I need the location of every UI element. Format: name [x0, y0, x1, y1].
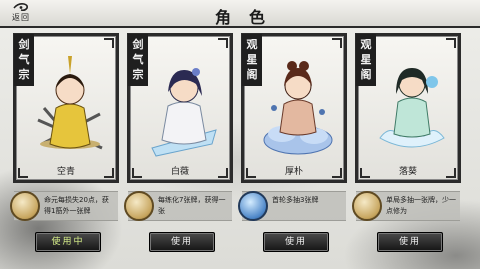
- sect-tag: 观星阁: [242, 34, 262, 86]
- use-button-luokui[interactable]: 使用: [377, 232, 443, 252]
- character-portrait: [151, 68, 217, 157]
- character-name: 厚朴: [284, 167, 303, 177]
- use-button-kongqing[interactable]: 使用中: [35, 232, 101, 252]
- character-card-kongqing[interactable]: 剑气宗 空青: [13, 33, 119, 183]
- ability-description: 首轮多抽3张牌: [238, 191, 346, 221]
- ability-text: 首轮多抽3张牌: [272, 196, 319, 204]
- sect-tag: 剑气宗: [14, 34, 34, 86]
- character-name: 白薇: [170, 167, 189, 177]
- ability-text: 单局多抽一张牌，少一点修为: [386, 196, 456, 215]
- top-bar: 返回 角色: [0, 0, 480, 28]
- character-card-baiwei[interactable]: 剑气宗 白薇: [127, 33, 233, 183]
- ability-description: 命元每损失20点，获得1筋外一张牌: [10, 191, 118, 221]
- coin-icon: [352, 191, 382, 221]
- sect-tag: 观星阁: [356, 34, 376, 86]
- use-button-baiwei[interactable]: 使用: [149, 232, 215, 252]
- character-name: 空青: [56, 167, 75, 177]
- character-portrait: [37, 56, 103, 150]
- use-button-houpu[interactable]: 使用: [263, 232, 329, 252]
- ability-description: 每练化7张牌，获得一张: [124, 191, 232, 221]
- ability-text: 每练化7张牌，获得一张: [158, 196, 226, 215]
- character-card-luokui[interactable]: 观星阁 落葵: [355, 33, 461, 183]
- character-portrait: [379, 68, 445, 148]
- character-card-houpu[interactable]: 观星阁 厚朴: [241, 33, 347, 183]
- character-name: 落葵: [398, 167, 417, 177]
- sect-tag: 剑气宗: [128, 34, 148, 86]
- ability-description: 单局多抽一张牌，少一点修为: [352, 191, 460, 221]
- scroll-icon: [10, 191, 40, 221]
- book-icon: [124, 191, 154, 221]
- page-title: 角色: [214, 8, 283, 27]
- ability-text: 命元每损失20点，获得1筋外一张牌: [44, 196, 109, 215]
- star-chart-icon: [238, 191, 268, 221]
- character-portrait: [263, 61, 333, 155]
